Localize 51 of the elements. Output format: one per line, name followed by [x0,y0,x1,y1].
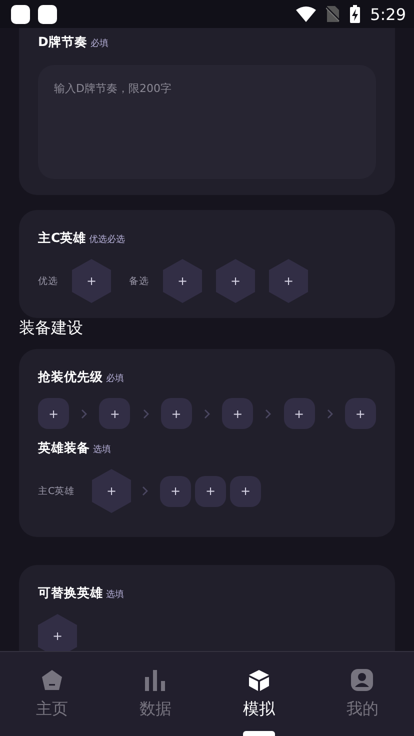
add-hero-button[interactable]: + [72,259,111,303]
add-item-button[interactable]: + [38,398,69,429]
section-title: 可替换英雄 [38,585,103,602]
add-item-button[interactable]: + [344,398,376,429]
add-hero-button[interactable]: + [216,259,255,303]
section-title: 英雄装备 [38,440,90,457]
tab[interactable]: 主页 [0,652,104,736]
clock: 5:29 [370,4,406,24]
add-hero-button[interactable]: + [38,614,77,651]
slot-label: 备选 [129,274,149,288]
bar-chart-icon [144,669,166,691]
add-hero-button[interactable]: + [92,469,131,513]
tab[interactable]: 模拟 [207,652,310,736]
add-item-button[interactable]: + [222,398,254,429]
section-heading: 装备建设 [19,318,84,339]
chevron-icon [81,408,88,418]
required-tag: 优选必选 [89,233,126,246]
notification-icon [11,4,30,24]
no-sim-icon [326,6,340,22]
active-indicator [242,731,275,736]
battery-charging-icon [350,5,360,23]
slot-label: 主C英雄 [38,484,76,498]
notification-icon [38,4,57,24]
add-item-button[interactable]: + [284,398,314,429]
slot-label: 优选 [38,274,58,288]
add-item-button[interactable]: + [230,476,261,506]
profile-icon [351,669,374,691]
section-title: 主C英雄 [38,230,86,247]
chevron-icon [326,408,333,418]
add-hero-button[interactable]: + [269,259,308,303]
wifi-icon [296,6,316,22]
chevron-icon [204,408,210,418]
optional-tag: 选填 [106,588,124,601]
section-title: D牌节奏 [38,34,88,51]
tab[interactable]: 我的 [310,652,414,736]
chevron-icon [265,408,272,418]
tab[interactable]: 数据 [104,652,207,736]
chevron-icon [142,486,148,496]
add-hero-button[interactable]: + [163,259,202,303]
cube-icon [248,669,270,691]
rhythm-input-field[interactable]: 输入D牌节奏，限200字 [38,65,376,179]
add-item-button[interactable]: + [160,398,192,429]
add-item-button[interactable]: + [99,398,130,429]
optional-tag: 选填 [93,443,111,456]
add-item-button[interactable]: + [160,476,191,506]
add-item-button[interactable]: + [195,476,226,506]
required-tag: 必填 [90,37,108,50]
section-title: 抢装优先级 [38,369,103,386]
required-tag: 必填 [106,372,124,385]
home-icon [40,669,63,691]
chevron-icon [142,408,149,418]
